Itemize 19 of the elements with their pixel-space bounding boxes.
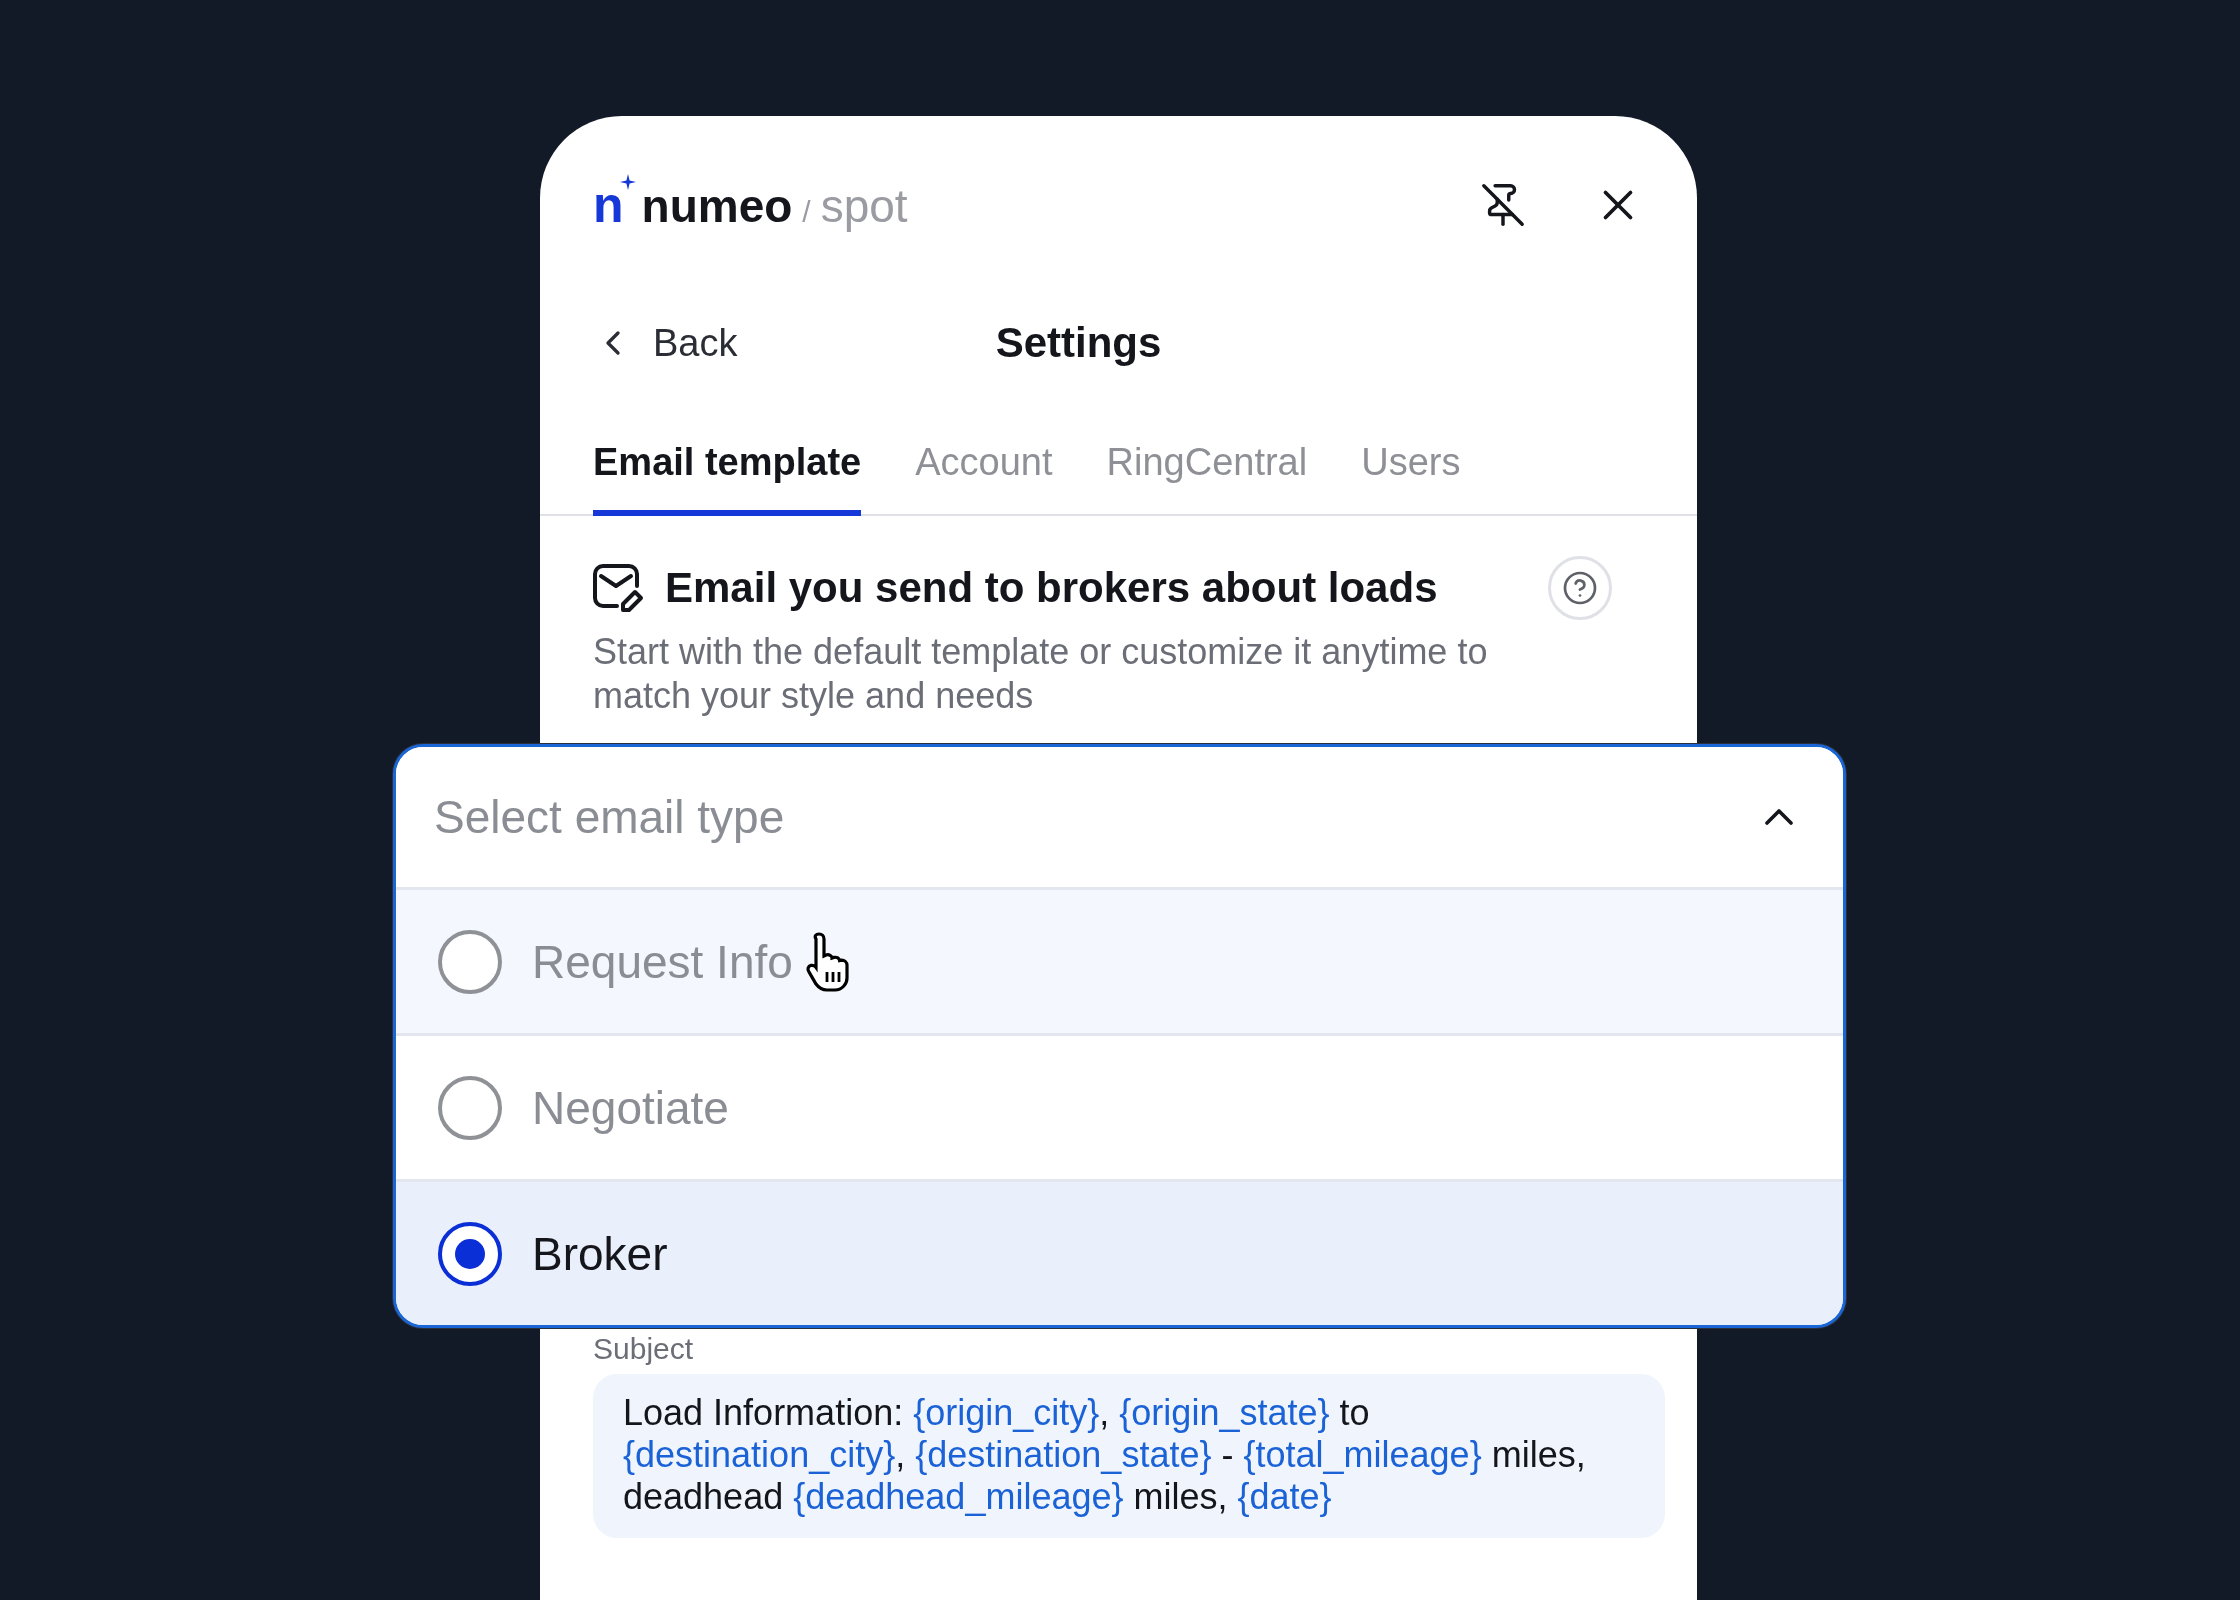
subject-label: Subject (593, 1332, 695, 1366)
mail-edit-icon (593, 564, 645, 612)
tab[interactable]: Users (1361, 419, 1461, 516)
page-title: Settings (995, 319, 1162, 367)
email-type-option[interactable]: Broker (396, 1179, 1843, 1325)
logo-name: numeo (641, 183, 793, 229)
logo-separator: / (802, 197, 811, 227)
tab[interactable]: Account (915, 419, 1053, 516)
tab[interactable]: RingCentral (1106, 419, 1308, 516)
email-type-option[interactable]: Request Info (396, 887, 1843, 1033)
sparkle-icon (619, 174, 636, 190)
logo-mark: n (593, 180, 624, 230)
subject-field[interactable]: Load Information: {origin_city}, {origin_state} to {destination_city}, {destination_state} - {total_mileage} miles, deadhead {deadhead_mileage} miles, {date} (593, 1374, 1665, 1538)
unpin-icon (1480, 182, 1526, 228)
section-title: Email you send to brokers about loads (665, 564, 1439, 612)
tab[interactable]: Email template (593, 419, 862, 516)
section-description: Start with the default template or customize it anytime to match your style and needs (593, 630, 1489, 718)
help-icon (1562, 570, 1598, 606)
back-button[interactable]: Back (593, 321, 738, 365)
